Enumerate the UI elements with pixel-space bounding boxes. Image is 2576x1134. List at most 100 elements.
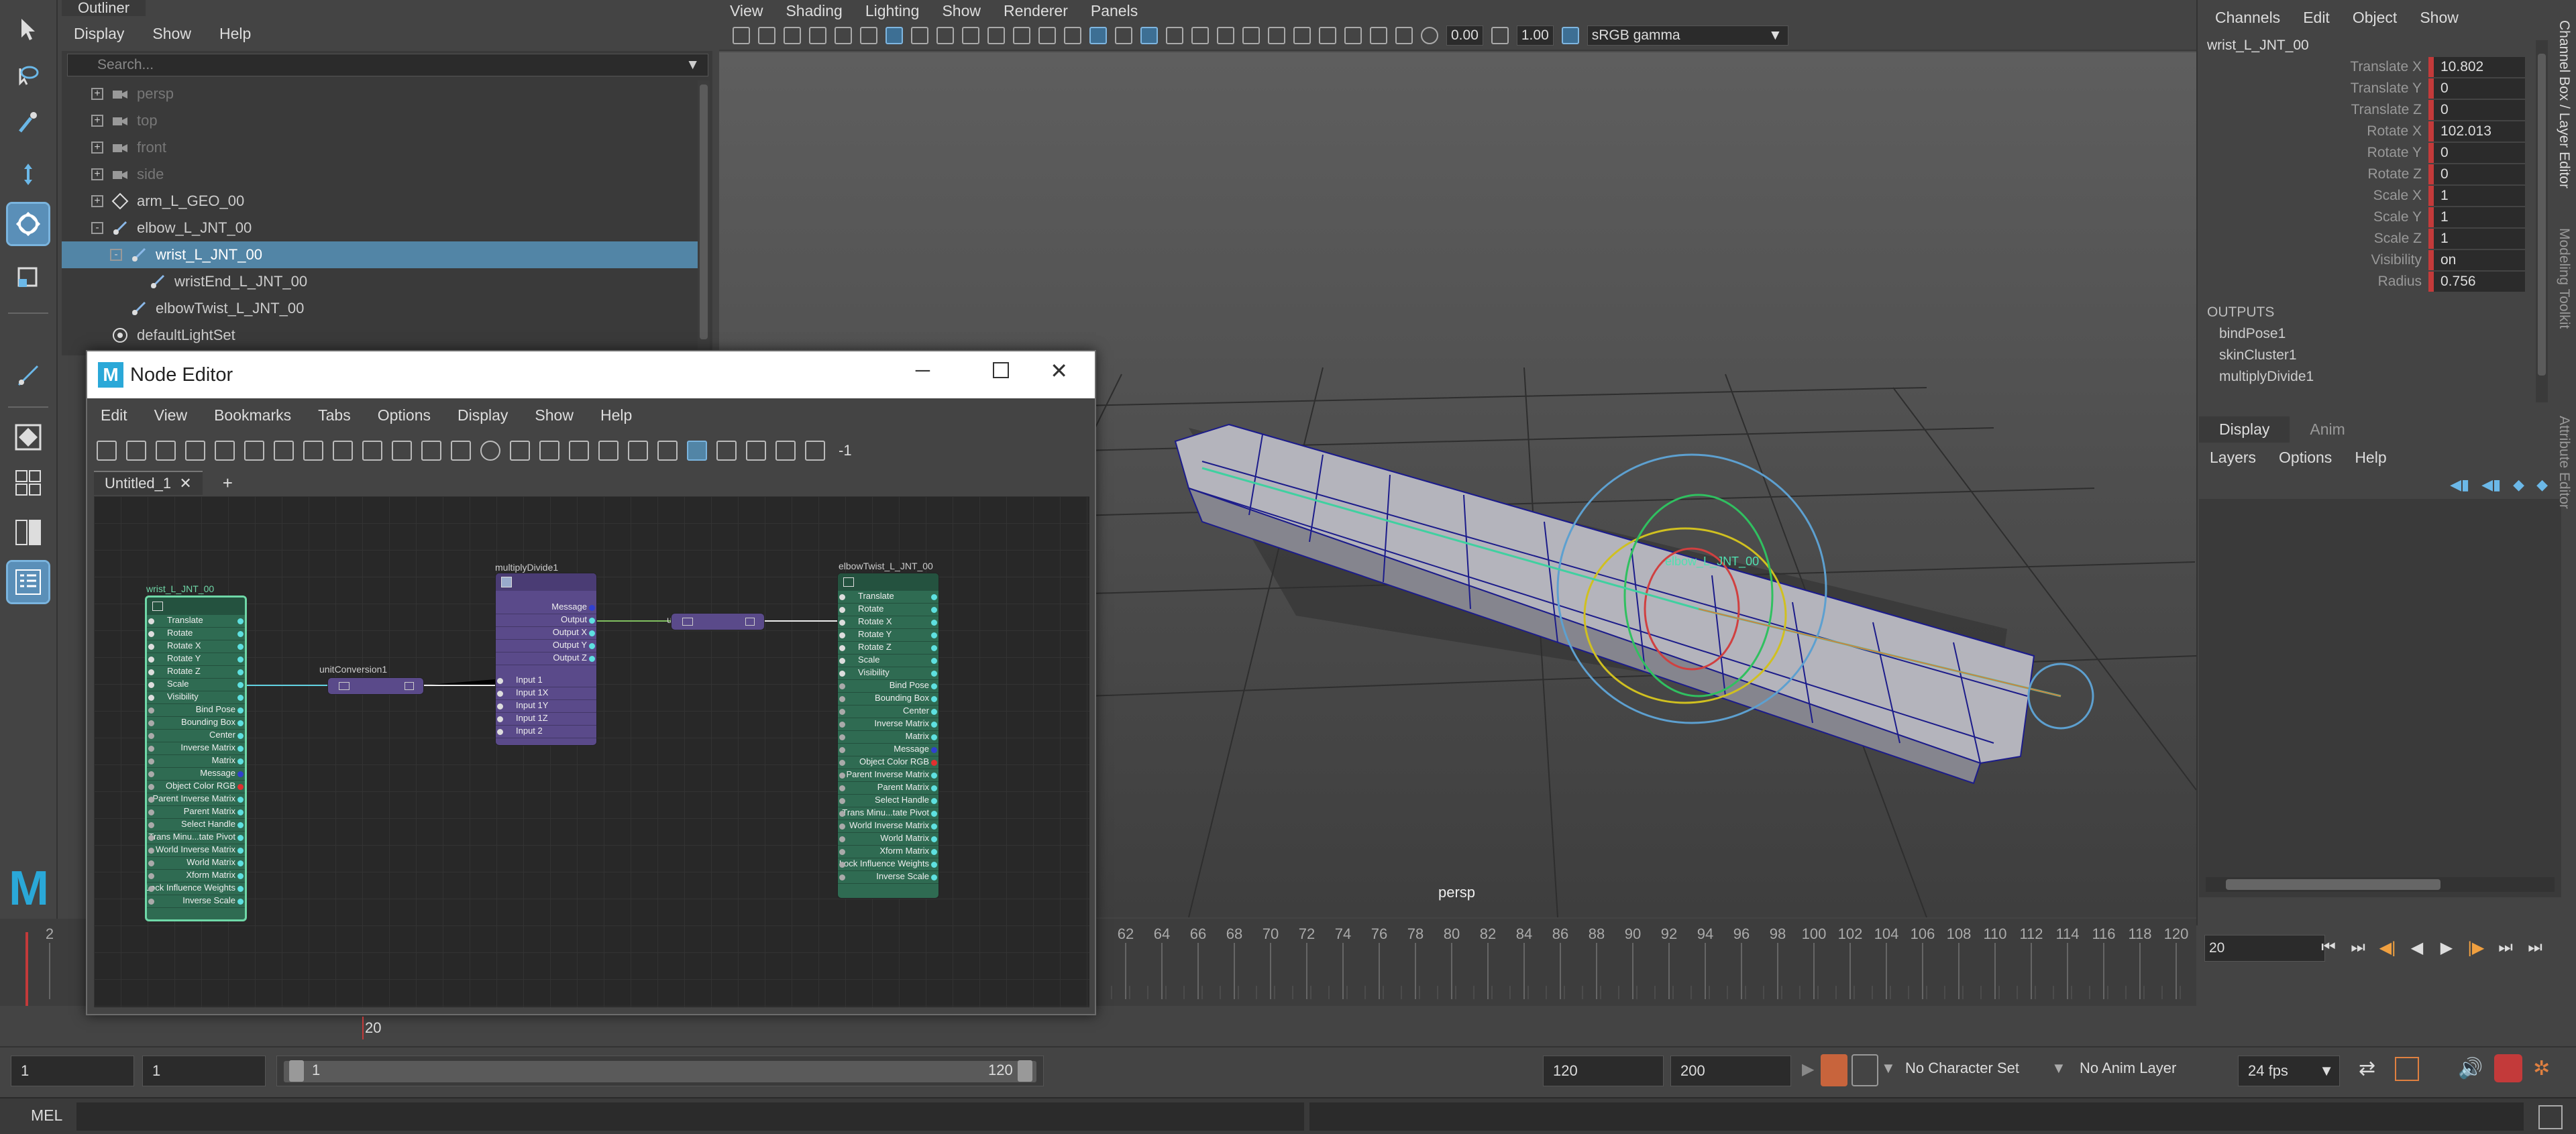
input-port-icon[interactable] xyxy=(839,632,845,638)
input-port-icon[interactable] xyxy=(148,860,154,866)
channel-value-field[interactable]: 0 xyxy=(2428,78,2525,99)
output-port-icon[interactable] xyxy=(237,720,244,726)
node-attr-object-color-rgb[interactable]: Object Color RGB xyxy=(838,756,938,769)
input-port-icon[interactable] xyxy=(148,733,154,739)
output-port-icon[interactable] xyxy=(237,848,244,854)
node-attr-lock-influence-weights[interactable]: Lock Influence Weights xyxy=(838,858,938,871)
channel-scale-y[interactable]: Scale Y 1 xyxy=(2198,207,2576,228)
end-frame-field[interactable]: 120 xyxy=(1543,1056,1664,1086)
layer-menu-options[interactable]: Options xyxy=(2279,449,2332,467)
dots-icon[interactable] xyxy=(775,441,796,461)
outliner-item-front[interactable]: + front xyxy=(62,134,698,161)
bookmark-next-icon[interactable] xyxy=(598,441,619,461)
node-attr-trans-minu-tate-pivot[interactable]: Trans Minu...tate Pivot xyxy=(838,807,938,820)
channel-value-field[interactable]: 1 xyxy=(2428,229,2525,249)
new-layer-icon[interactable]: ◆ xyxy=(2513,476,2524,494)
play-backwards-icon[interactable]: ◀ xyxy=(2406,936,2428,959)
input-port-icon[interactable] xyxy=(839,836,845,842)
range-end-handle[interactable] xyxy=(1018,1060,1032,1082)
node-attr-rotate[interactable]: Rotate xyxy=(838,604,938,616)
viewport-menu-shading[interactable]: Shading xyxy=(786,2,842,20)
input-port-icon[interactable] xyxy=(148,758,154,764)
output-port-icon[interactable] xyxy=(589,643,595,649)
outliner-item-arm-l-geo-00[interactable]: + arm_L_GEO_00 xyxy=(62,188,698,215)
input-port-icon[interactable] xyxy=(148,771,154,777)
side-tab-channel-box-layer-editor[interactable]: Channel Box / Layer Editor xyxy=(2556,20,2572,188)
shadows-icon[interactable] xyxy=(1217,27,1234,44)
settings-icon[interactable]: ✲ xyxy=(2533,1057,2550,1080)
remove-selected-icon[interactable] xyxy=(215,441,235,461)
channel-object-name[interactable]: wrist_L_JNT_00 xyxy=(2198,35,2576,56)
node-attr-bind-pose[interactable]: Bind Pose xyxy=(838,680,938,693)
output-port-icon[interactable] xyxy=(237,771,244,777)
outliner-item-wrist-l-jnt-00[interactable]: - wrist_L_JNT_00 xyxy=(62,241,698,268)
node-attr-input-1x[interactable]: Input 1X xyxy=(496,687,596,700)
output-port-icon[interactable] xyxy=(931,798,937,804)
output-port-icon[interactable] xyxy=(237,758,244,764)
channel-value-field[interactable]: 1 xyxy=(2428,186,2525,206)
layout-four-icon[interactable] xyxy=(8,463,48,503)
output-port-icon[interactable] xyxy=(237,631,244,637)
input-port-icon[interactable] xyxy=(839,760,845,766)
node-editor-menu-edit[interactable]: Edit xyxy=(101,406,127,424)
input-port-icon[interactable] xyxy=(148,873,154,879)
input-port-icon[interactable] xyxy=(148,618,154,624)
outliner-item-wristend-l-jnt-00[interactable]: wristEnd_L_JNT_00 xyxy=(62,268,698,295)
new-layer-selected-icon[interactable]: ◆ xyxy=(2536,476,2548,494)
output-port-icon[interactable] xyxy=(931,683,937,689)
step-forward-key-icon[interactable]: ⏭ xyxy=(2494,936,2517,959)
output-port-icon[interactable] xyxy=(931,632,937,638)
input-port-icon[interactable] xyxy=(148,809,154,815)
node-attr-inverse-matrix[interactable]: Inverse Matrix xyxy=(147,742,245,755)
node-attr-parent-matrix[interactable]: Parent Matrix xyxy=(838,782,938,795)
input-port-icon[interactable] xyxy=(497,729,503,735)
play-forwards-icon[interactable]: ▶ xyxy=(2435,936,2458,959)
node-attr-bounding-box[interactable]: Bounding Box xyxy=(147,717,245,730)
node-attr-visibility[interactable]: Visibility xyxy=(147,691,245,704)
bookmark-add-icon[interactable] xyxy=(539,441,559,461)
safe-title-icon[interactable] xyxy=(1038,27,1056,44)
node-attr-input-1z[interactable]: Input 1Z xyxy=(496,713,596,726)
node-attr-matrix[interactable]: Matrix xyxy=(147,755,245,768)
node-attr-parent-matrix[interactable]: Parent Matrix xyxy=(147,806,245,819)
layer-menu-layers[interactable]: Layers xyxy=(2210,449,2256,467)
input-port-icon[interactable] xyxy=(148,746,154,752)
input-port-icon[interactable] xyxy=(839,645,845,651)
input-port-icon[interactable] xyxy=(148,644,154,650)
node-attr-bounding-box[interactable]: Bounding Box xyxy=(838,693,938,705)
node-attr-select-handle[interactable]: Select Handle xyxy=(838,795,938,807)
input-port-icon[interactable] xyxy=(148,669,154,675)
channel-translate-y[interactable]: Translate Y 0 xyxy=(2198,78,2576,99)
input-port-icon[interactable] xyxy=(839,747,845,753)
input-port-icon[interactable] xyxy=(148,848,154,854)
node-attr-scale[interactable]: Scale xyxy=(838,655,938,667)
channel-menu-object[interactable]: Object xyxy=(2353,9,2397,27)
input-port-icon[interactable] xyxy=(148,720,154,726)
node-attr-input-1y[interactable]: Input 1Y xyxy=(496,700,596,713)
close-icon[interactable]: ✕ xyxy=(1050,358,1068,384)
node-editor-menu-view[interactable]: View xyxy=(154,406,187,424)
channel-value-field[interactable]: 10.802 xyxy=(2428,57,2525,77)
output-port-icon[interactable] xyxy=(237,695,244,701)
channel-rotate-x[interactable]: Rotate X 102.013 xyxy=(2198,121,2576,142)
lock-icon[interactable] xyxy=(746,441,766,461)
node-attr-output-x[interactable]: Output X xyxy=(496,627,596,640)
viewport-menu-panels[interactable]: Panels xyxy=(1091,2,1138,20)
multiply-divide-node[interactable]: Message Output Output X Output Y Output Z In… xyxy=(495,573,597,746)
layout-two-icon[interactable] xyxy=(8,512,48,553)
layer-menu-help[interactable]: Help xyxy=(2355,449,2386,467)
outliner-scrollbar[interactable] xyxy=(698,80,710,355)
output-port-icon[interactable] xyxy=(931,696,937,702)
wireframe-icon[interactable] xyxy=(1064,27,1081,44)
viewport-menu-view[interactable]: View xyxy=(730,2,763,20)
output-port-icon[interactable] xyxy=(931,836,937,842)
add-tab-button[interactable]: + xyxy=(223,473,233,494)
graph-io-icon[interactable] xyxy=(126,441,146,461)
joint-tool-icon[interactable] xyxy=(8,355,48,396)
output-port-icon[interactable] xyxy=(237,886,244,892)
node-attr-lock-influence-weights[interactable]: Lock Influence Weights xyxy=(147,883,245,895)
input-port-icon[interactable] xyxy=(839,683,845,689)
animation-end-field[interactable]: 200 xyxy=(1670,1056,1791,1086)
go-to-start-icon[interactable]: ⏮ xyxy=(2317,936,2340,959)
output-port-icon[interactable] xyxy=(237,809,244,815)
